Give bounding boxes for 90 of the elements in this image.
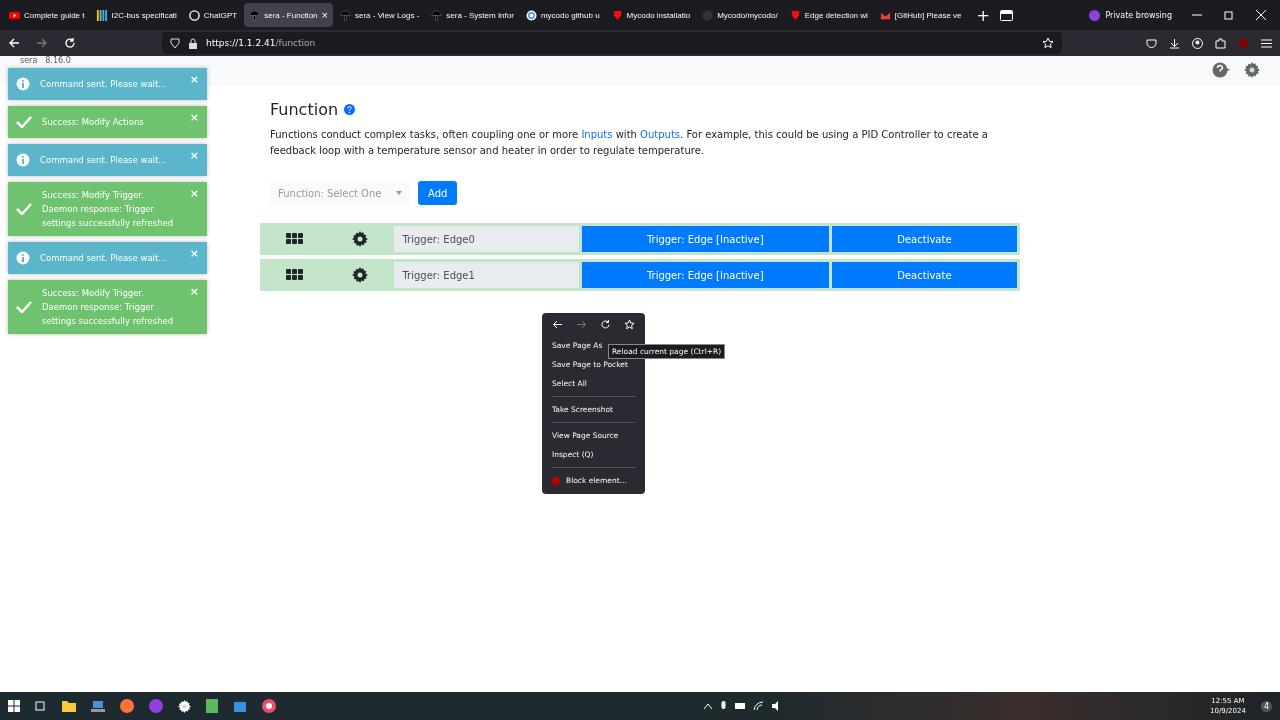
microphone-icon[interactable] <box>719 700 727 712</box>
browser-tab[interactable]: Complete guide t <box>4 3 90 27</box>
check-icon <box>16 203 32 215</box>
grid-icon[interactable] <box>285 269 303 281</box>
wifi-icon[interactable] <box>752 701 764 711</box>
browser-tab[interactable]: [GitHub] Please ve <box>874 3 967 27</box>
notification-badge[interactable]: 4 <box>1260 700 1272 712</box>
back-icon[interactable] <box>552 319 564 330</box>
github-icon <box>702 9 714 21</box>
back-icon[interactable] <box>8 37 20 49</box>
brand-name[interactable]: sera <box>20 56 38 66</box>
notification-text: Command sent. Please wait... <box>40 78 168 91</box>
shield-icon <box>611 9 623 21</box>
shield-icon <box>789 9 801 21</box>
info-icon <box>16 77 30 91</box>
forward-icon[interactable] <box>576 319 588 330</box>
reload-icon[interactable] <box>599 319 611 330</box>
status-button[interactable]: Trigger: Edge [Inactive] <box>581 226 829 252</box>
record-icon[interactable] <box>262 699 276 713</box>
download-icon[interactable] <box>1169 37 1180 49</box>
folder-icon[interactable] <box>62 700 76 712</box>
add-button[interactable]: Add <box>418 181 458 205</box>
mushroom-icon <box>340 9 351 21</box>
browser-tab[interactable]: I2C-bus specificati <box>91 3 182 27</box>
browser-tab[interactable]: sera - System Infor <box>426 3 519 27</box>
private-browser-icon[interactable] <box>149 699 163 713</box>
windows-icon[interactable] <box>8 700 20 712</box>
new-tab-button[interactable]: + <box>968 5 998 25</box>
lock-icon <box>188 37 198 49</box>
puzzle-icon[interactable] <box>1215 37 1226 49</box>
close-tab-button[interactable]: × <box>321 9 328 21</box>
settings-icon[interactable] <box>352 267 369 283</box>
link[interactable]: Inputs <box>581 129 613 140</box>
knot-icon <box>188 9 200 21</box>
mask-icon <box>1089 9 1101 21</box>
info-icon <box>16 251 30 265</box>
star-icon[interactable] <box>623 319 635 330</box>
google-icon <box>525 9 537 21</box>
network-icon[interactable] <box>91 700 105 712</box>
ublock-icon <box>552 476 560 485</box>
caret-icon[interactable] <box>703 703 712 709</box>
address-bar[interactable]: https://1.1.2.41/function <box>162 32 1062 54</box>
description-text: Functions conduct complex tasks, often coupling one or more Inputs with Outputs. For example, this could be using a PID Controller to create a feedback loop with a temperature sensor and heater in order to regulate temperature. <box>270 128 989 158</box>
check-icon <box>16 301 32 313</box>
info-icon <box>16 153 30 167</box>
deactivate-button[interactable]: Deactivate <box>831 226 1017 252</box>
firefox-icon[interactable] <box>120 699 134 713</box>
settings-icon[interactable] <box>352 231 369 247</box>
restore-icon[interactable] <box>1224 10 1234 20</box>
browser-tab[interactable]: Mycodo/mycodo/ <box>697 3 783 27</box>
browser-tab[interactable]: sera - Function × <box>244 3 333 27</box>
store-icon[interactable] <box>233 699 247 713</box>
page-title: Function <box>270 100 339 119</box>
caret-icon <box>396 191 402 195</box>
private-browsing-label: Private browsing <box>1089 9 1172 21</box>
bars-icon <box>96 9 108 21</box>
check-icon <box>16 116 32 128</box>
browser-tab[interactable]: Edge detection wi <box>784 3 873 27</box>
name-field[interactable]: Trigger: Edge1 <box>394 262 579 288</box>
mushroom-icon <box>431 9 443 21</box>
status-button[interactable]: Trigger: Edge [Inactive] <box>581 262 829 288</box>
browser-tab[interactable]: mycodo github u <box>520 3 605 27</box>
notification-text: Command sent. Please wait... <box>40 154 168 167</box>
star-icon[interactable] <box>1042 37 1054 49</box>
name-field[interactable]: Trigger: Edge0 <box>394 226 579 252</box>
shield-icon <box>170 37 180 49</box>
play-icon <box>9 9 20 21</box>
close-icon[interactable] <box>1256 10 1266 20</box>
menu-icon[interactable] <box>1261 37 1272 49</box>
help-icon[interactable] <box>1212 62 1230 78</box>
version-label: 8.16.0 <box>45 56 71 66</box>
browser-tab[interactable]: ChatGPT <box>183 3 243 27</box>
tab-list-icon[interactable] <box>999 9 1013 21</box>
browser-tab[interactable]: sera - View Logs - <box>335 3 425 27</box>
grid-icon[interactable] <box>285 233 303 245</box>
pocket-icon[interactable] <box>1146 37 1157 49</box>
task-view-icon[interactable] <box>35 700 47 712</box>
notification-text: Command sent. Please wait... <box>40 252 168 265</box>
notification-text: Success: Modify Trigger. Daemon response: Trigger settings successfully refreshed <box>42 189 175 230</box>
deactivate-button[interactable]: Deactivate <box>831 262 1017 288</box>
account-icon[interactable] <box>1192 37 1203 49</box>
reload-icon[interactable] <box>64 37 76 49</box>
notification-text: Success: Modify Actions <box>42 116 145 129</box>
forward-icon[interactable] <box>36 37 48 49</box>
help-icon[interactable] <box>344 104 356 115</box>
notification-text: Success: Modify Trigger. Daemon response: Trigger settings successfully refreshed <box>42 287 175 328</box>
browser-tab[interactable]: Mycodo installatio <box>606 3 696 27</box>
mushroom-icon <box>249 9 261 21</box>
battery-icon[interactable] <box>734 701 745 711</box>
settings-icon[interactable] <box>178 699 191 713</box>
